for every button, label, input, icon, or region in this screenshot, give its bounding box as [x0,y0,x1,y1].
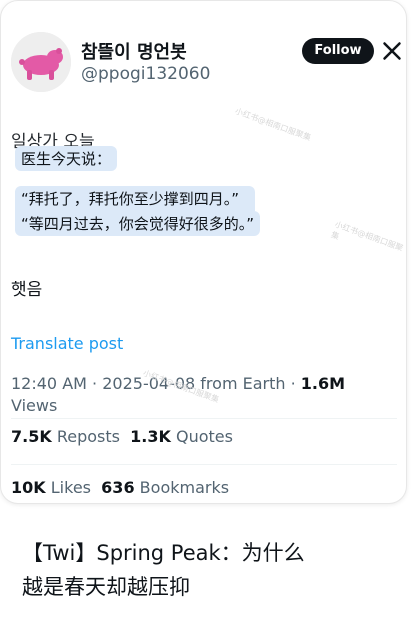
translation-overlay-line-2: “拜托了，拜托你至少撑到四月。” [15,186,256,211]
x-logo-icon[interactable] [382,41,402,61]
display-name[interactable]: 참뜰이 명언봇 [81,38,187,64]
follow-button[interactable]: Follow [302,38,374,64]
quotes-stat[interactable]: 1.3K Quotes [130,427,233,446]
user-handle[interactable]: @ppogi132060 [81,64,210,84]
divider [11,464,397,465]
caption-line-1: 【Twi】Spring Peak：为什么 [22,541,305,565]
translation-overlay-line-3: “等四月过去，你会觉得好很多的。” [15,211,261,236]
engagement-stats-row-2: 10K Likes 636 Bookmarks [11,478,229,497]
likes-stat[interactable]: 10K Likes [11,478,91,497]
translation-overlay-line-1: 医生今天说： [15,146,118,171]
pink-bear-figurine-icon [11,32,71,92]
views-count: 1.6M [300,374,346,393]
post-caption: 【Twi】Spring Peak：为什么 越是春天却越压抑 [22,536,402,604]
engagement-stats-row-1: 7.5K Reposts 1.3K Quotes [11,427,233,446]
post-time[interactable]: 12:40 AM [11,374,87,393]
divider [11,418,397,419]
views-label: Views [11,396,58,415]
reposts-stat[interactable]: 7.5K Reposts [11,427,120,446]
translate-post-link[interactable]: Translate post [11,334,123,353]
post-source: from Earth [200,374,286,393]
avatar[interactable] [11,32,71,92]
watermark: 小红书@相南口服聚集 [329,219,405,253]
watermark: 小红书@相南口服聚集 [233,106,313,143]
caption-line-2: 越是春天却越压抑 [22,575,190,599]
bookmarks-stat[interactable]: 636 Bookmarks [101,478,229,497]
tweet-final-line: 햇음 [11,280,43,300]
tweet-card: 참뜰이 명언봇 @ppogi132060 Follow 일상가 오늘 医生今天说… [0,0,407,504]
